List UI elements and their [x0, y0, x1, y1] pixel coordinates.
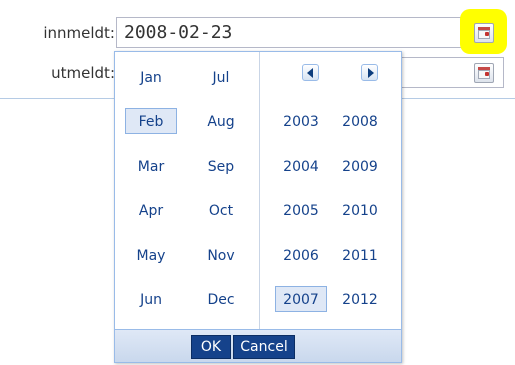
next-years-button[interactable]	[361, 64, 378, 81]
month-year-picker: Jan Feb Mar Apr May Jun Jul Aug Sep Oct …	[114, 51, 402, 363]
utmeldt-label: utmeldt:	[51, 64, 115, 82]
year-2007[interactable]: 2007	[275, 286, 327, 312]
year-2008[interactable]: 2008	[334, 108, 386, 134]
month-sep[interactable]: Sep	[195, 153, 247, 179]
month-aug[interactable]: Aug	[195, 108, 247, 134]
year-column: 2003 2004 2005 2006 2007 2008 2009 2010 …	[261, 52, 401, 329]
month-jan[interactable]: Jan	[125, 64, 177, 90]
innmeldt-calendar-icon[interactable]	[474, 23, 494, 43]
year-2003[interactable]: 2003	[275, 108, 327, 134]
month-apr[interactable]: Apr	[125, 197, 177, 223]
picker-footer: OK Cancel	[115, 329, 401, 362]
triangle-left-icon	[307, 68, 313, 78]
year-2012[interactable]: 2012	[334, 286, 386, 312]
month-nov[interactable]: Nov	[195, 242, 247, 268]
month-dec[interactable]: Dec	[195, 286, 247, 312]
utmeldt-calendar-icon[interactable]	[474, 63, 494, 83]
year-2011[interactable]: 2011	[334, 242, 386, 268]
month-may[interactable]: May	[125, 242, 177, 268]
month-mar[interactable]: Mar	[125, 153, 177, 179]
month-jul[interactable]: Jul	[195, 64, 247, 90]
year-2009[interactable]: 2009	[334, 153, 386, 179]
month-feb[interactable]: Feb	[125, 108, 177, 134]
date-form: innmeldt: 2008-02-23 utmeldt: Jan Feb Ma…	[0, 0, 515, 365]
triangle-right-icon	[368, 68, 374, 78]
year-2006[interactable]: 2006	[275, 242, 327, 268]
month-column: Jan Feb Mar Apr May Jun Jul Aug Sep Oct …	[115, 52, 260, 329]
year-2005[interactable]: 2005	[275, 197, 327, 223]
month-oct[interactable]: Oct	[195, 197, 247, 223]
year-2004[interactable]: 2004	[275, 153, 327, 179]
ok-button[interactable]: OK	[191, 335, 231, 359]
innmeldt-input[interactable]: 2008-02-23	[116, 17, 504, 48]
innmeldt-label: innmeldt:	[43, 24, 115, 42]
cancel-button[interactable]: Cancel	[233, 335, 295, 359]
year-2010[interactable]: 2010	[334, 197, 386, 223]
month-jun[interactable]: Jun	[125, 286, 177, 312]
prev-years-button[interactable]	[302, 64, 319, 81]
